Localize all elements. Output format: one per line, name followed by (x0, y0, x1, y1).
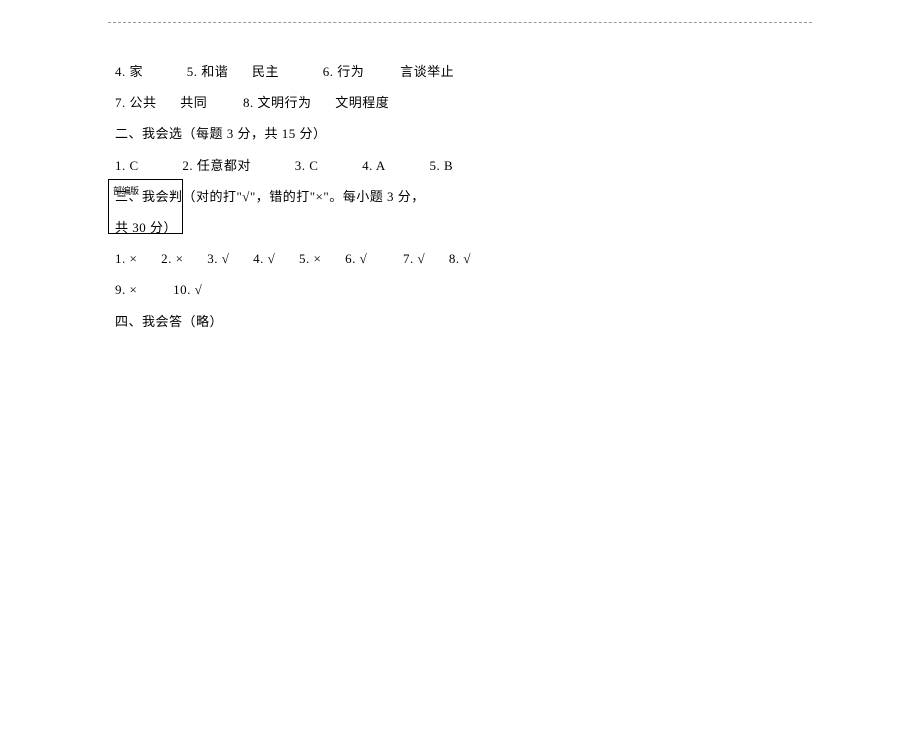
ans-4: 4. A (362, 158, 386, 173)
item-8b: 文明程度 (335, 95, 389, 110)
tf-8: 8. √ (449, 251, 471, 266)
item-5b: 民主 (252, 64, 279, 79)
line-4: 1. C 2. 任意都对 3. C 4. A 5. B (115, 150, 625, 181)
ans-2: 2. 任意都对 (182, 158, 251, 173)
stamp-label: 部编版 (113, 187, 139, 197)
section-3-cont-text: 共 30 分） (115, 220, 177, 235)
line-2: 7. 公共 共同 8. 文明行为 文明程度 (115, 87, 625, 118)
item-8a: 8. 文明行为 (243, 95, 312, 110)
item-7b: 共同 (180, 95, 207, 110)
section-3-text: 三、我会判（对的打"√"，错的打"×"。每小题 3 分， (115, 189, 425, 204)
section-2-header: 二、我会选（每题 3 分，共 15 分） (115, 118, 625, 149)
ans-3: 3. C (295, 158, 319, 173)
section-4: 四、我会答（略） (115, 306, 625, 337)
document-content: 4. 家 5. 和谐 民主 6. 行为 言谈举止 7. 公共 共同 8. 文明行… (115, 56, 625, 337)
item-4: 4. 家 (115, 64, 143, 79)
item-6a: 6. 行为 (323, 64, 365, 79)
ans-5: 5. B (430, 158, 454, 173)
section-3-header: 三、我会判（对的打"√"，错的打"×"。每小题 3 分， (115, 181, 625, 212)
ans-1: 1. C (115, 158, 139, 173)
tf-2: 2. × (161, 251, 183, 266)
tf-5: 5. × (299, 251, 321, 266)
top-divider (108, 22, 812, 23)
section-3-cont: 共 30 分） (115, 212, 625, 243)
tf-10: 10. √ (173, 282, 202, 297)
item-6b: 言谈举止 (400, 64, 454, 79)
item-5a: 5. 和谐 (187, 64, 229, 79)
section-2-text: 二、我会选（每题 3 分，共 15 分） (115, 126, 327, 141)
line-8: 9. × 10. √ (115, 274, 625, 305)
tf-7: 7. √ (403, 251, 425, 266)
section-4-text: 四、我会答（略） (115, 314, 223, 329)
tf-9: 9. × (115, 282, 137, 297)
line-1: 4. 家 5. 和谐 民主 6. 行为 言谈举止 (115, 56, 625, 87)
line-7: 1. × 2. × 3. √ 4. √ 5. × 6. √ 7. √ 8. √ (115, 243, 625, 274)
tf-6: 6. √ (345, 251, 367, 266)
item-7a: 7. 公共 (115, 95, 157, 110)
tf-4: 4. √ (253, 251, 275, 266)
tf-3: 3. √ (207, 251, 229, 266)
tf-1: 1. × (115, 251, 137, 266)
